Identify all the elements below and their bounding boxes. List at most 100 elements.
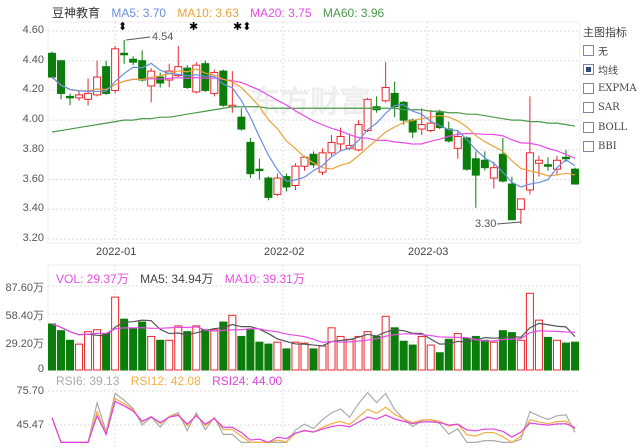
watermark: 东方财富 (250, 85, 370, 119)
candle-body (480, 159, 489, 169)
low-annotation: 3.30 (475, 218, 497, 230)
candle-body (444, 128, 453, 142)
volume-bar (183, 331, 192, 371)
indicator-boll[interactable]: BOLL (583, 122, 627, 133)
volume-bar (201, 329, 210, 371)
candle-body (417, 124, 426, 130)
volume-bar (273, 341, 282, 371)
candle-body (426, 122, 435, 132)
volume-bar (282, 348, 291, 371)
vol-ma10-value: MA10: 39.31万 (224, 272, 305, 286)
vol-axis-label: 87.60万 (5, 282, 44, 294)
volume-bar (57, 330, 66, 371)
volume-bar (291, 341, 300, 371)
candle-body (534, 159, 543, 164)
volume-bar (480, 339, 489, 371)
indicator-expma[interactable]: EXPMA (583, 83, 637, 94)
volume-bar (543, 336, 552, 371)
candle-body (453, 135, 462, 149)
panel-title: 主图指标 (583, 27, 627, 39)
indicator-label: BBI (598, 141, 617, 152)
volume-bar (399, 340, 408, 371)
event-marker-icon[interactable]: ✱ (189, 20, 198, 33)
candle-body (543, 164, 552, 167)
volume-bar (66, 339, 75, 371)
indicator-none[interactable]: 无 (583, 43, 608, 58)
candle-body (571, 168, 579, 185)
volume-bar (138, 321, 147, 371)
indicator-ma[interactable]: 均线 (583, 62, 618, 77)
volume-bar (561, 342, 570, 371)
volume-bar (381, 315, 390, 371)
indicator-bbi[interactable]: BBI (583, 141, 617, 152)
indicator-sar[interactable]: SAR (583, 102, 620, 113)
checkbox[interactable] (583, 102, 594, 113)
candle-body (498, 153, 507, 182)
volume-bar (264, 343, 273, 371)
candle-body (408, 119, 417, 133)
volume-bar (147, 335, 156, 371)
volume-bar (417, 335, 426, 371)
volume-bar (516, 339, 525, 371)
volume-bar (453, 333, 462, 371)
volume-legend: VOL: 29.37万 MA5: 34.94万 MA10: 39.31万 (56, 270, 305, 287)
volume-bar (300, 342, 309, 371)
volume-bar (219, 321, 228, 371)
volume-bar (327, 327, 336, 371)
candle-body (273, 177, 282, 195)
rsi6-line (51, 391, 576, 443)
volume-bar (363, 331, 372, 371)
candle-body (246, 141, 255, 175)
volume-bar (84, 331, 93, 371)
rsi12-line (51, 397, 576, 444)
volume-bar (246, 329, 255, 371)
candle-body (129, 58, 138, 63)
candle-body (156, 76, 165, 84)
volume-bar (345, 338, 354, 371)
volume-bar (372, 335, 381, 371)
candle-body (264, 177, 273, 198)
event-marker-icon[interactable]: ⬍ (118, 20, 127, 33)
volume-bar (309, 348, 318, 371)
indicator-label: SAR (598, 102, 620, 113)
candle-body (84, 92, 93, 100)
checkbox[interactable] (583, 45, 594, 56)
volume-bar (48, 323, 56, 371)
volume-bar (237, 335, 246, 371)
low-arrow (496, 221, 522, 225)
event-marker-icon[interactable]: ✱⬍ (233, 20, 251, 33)
rsi6-value: RSI6: 39.13 (56, 374, 120, 388)
volume-bar (462, 337, 471, 371)
volume-bar (156, 339, 165, 371)
candle-body (561, 156, 570, 160)
checkbox[interactable] (583, 122, 594, 133)
indicator-label: 均线 (598, 66, 618, 77)
indicator-label: EXPMA (598, 83, 637, 94)
rsi24-value: RSI24: 44.00 (212, 374, 283, 388)
volume-bar (102, 333, 111, 371)
candle-body (516, 198, 525, 210)
candle-body (363, 98, 372, 132)
rsi-legend: RSI6: 39.13 RSI12: 42.08 RSI24: 44.00 (56, 374, 282, 388)
candle-body (66, 95, 75, 99)
volume-bar (111, 296, 120, 371)
volume-bar (571, 341, 579, 371)
rsi-axis-label: 45.47 (16, 419, 44, 431)
candle-body (489, 167, 498, 179)
candle-body (237, 116, 246, 130)
candle-body (336, 135, 345, 145)
rsi12-value: RSI12: 42.08 (130, 374, 201, 388)
volume-bar (129, 328, 138, 371)
candle-body (201, 63, 210, 91)
candle-body (327, 141, 336, 154)
vol-value: VOL: 29.37万 (56, 272, 129, 286)
candle-body (219, 70, 228, 106)
checkbox[interactable] (583, 83, 594, 94)
candle-body (75, 94, 84, 99)
volume-bar (75, 343, 84, 371)
candle-body (57, 60, 66, 94)
checkbox[interactable] (583, 64, 594, 75)
volume-bar (534, 319, 543, 371)
checkbox[interactable] (583, 141, 594, 152)
volume-bar (255, 341, 264, 371)
